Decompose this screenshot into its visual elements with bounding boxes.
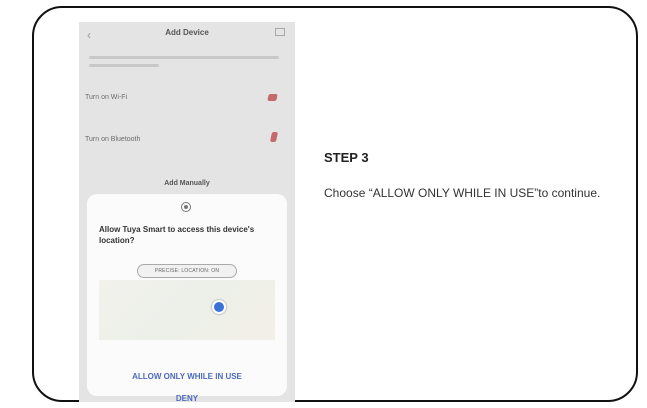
deny-button[interactable]: DENY [87, 394, 287, 402]
wifi-row-label[interactable]: Turn on Wi-Fi [85, 94, 127, 101]
step-description: Choose “ALLOW ONLY WHILE IN USE”to conti… [324, 186, 601, 200]
section-title: Add Manually [164, 180, 210, 187]
blurred-text-line [89, 56, 279, 59]
map-preview [99, 280, 275, 340]
dialog-message: Allow Tuya Smart to access this device's… [99, 225, 255, 245]
top-bar: ‹ Add Device [79, 22, 295, 48]
location-icon [181, 202, 191, 212]
step-title: STEP 3 [324, 150, 369, 165]
scan-icon[interactable] [275, 28, 285, 36]
bluetooth-row-label[interactable]: Turn on Bluetooth [85, 136, 140, 143]
wifi-toggle-icon[interactable] [267, 94, 278, 101]
location-permission-dialog: Allow Tuya Smart to access this device's… [87, 194, 287, 402]
blurred-text-line [89, 64, 159, 67]
precise-location-toggle[interactable]: PRECISE: LOCATION: ON [137, 264, 237, 278]
map-pin-icon [212, 300, 226, 314]
screen-title: Add Device [165, 28, 209, 37]
allow-only-while-in-use-button[interactable]: ALLOW ONLY WHILE IN USE [87, 372, 287, 381]
bluetooth-icon[interactable] [269, 132, 279, 142]
phone-screenshot: ‹ Add Device Turn on Wi-Fi Turn on Bluet… [79, 22, 295, 402]
